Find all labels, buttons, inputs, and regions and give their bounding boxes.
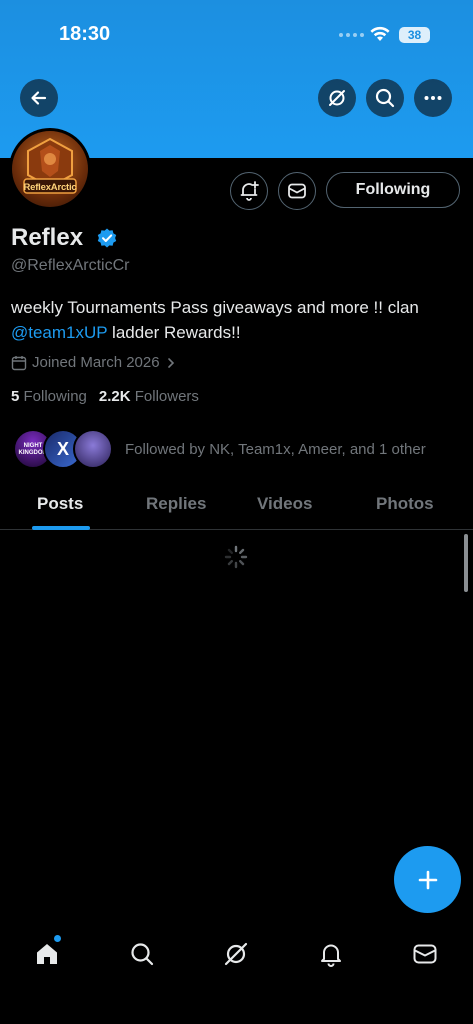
follow-stats: 5 Following 2.2K Followers <box>11 388 199 405</box>
status-bar: 18:30 38 <box>0 0 473 70</box>
nav-grok[interactable] <box>220 938 252 970</box>
scrollbar[interactable] <box>464 534 468 592</box>
more-button[interactable] <box>414 79 452 117</box>
joined-text: Joined March 2026 <box>32 354 160 371</box>
back-arrow-icon <box>31 91 47 105</box>
tab-videos[interactable]: Videos <box>257 494 312 514</box>
avatar-image: ReflexArctic <box>12 131 88 207</box>
search-icon <box>131 943 154 966</box>
calendar-icon <box>11 355 27 370</box>
joined-date[interactable]: Joined March 2026 <box>11 354 177 371</box>
following-count: 5 <box>11 388 20 405</box>
mail-icon <box>288 183 306 199</box>
nav-home[interactable] <box>31 935 63 970</box>
followers-label: Followers <box>134 388 199 405</box>
back-button[interactable] <box>20 79 58 117</box>
tab-photos[interactable]: Photos <box>376 494 434 514</box>
followers-link[interactable]: 2.2K Followers <box>99 388 199 405</box>
profile-avatar[interactable]: ReflexArctic <box>9 128 91 210</box>
grok-icon <box>224 942 248 966</box>
avatar-label: ReflexArctic <box>23 182 77 193</box>
home-icon <box>37 944 57 964</box>
messages-icon <box>413 944 437 964</box>
home-notification-dot <box>54 935 61 942</box>
profile-tabs: Posts Replies Videos Photos <box>0 480 473 530</box>
plus-icon <box>418 870 437 889</box>
search-button[interactable] <box>366 79 404 117</box>
profile-bio: weekly Tournaments Pass giveaways and mo… <box>11 295 461 345</box>
bio-mention-link[interactable]: @team1xUP <box>11 323 107 342</box>
tab-replies[interactable]: Replies <box>146 494 206 514</box>
following-button[interactable]: Following <box>326 172 460 208</box>
tab-posts[interactable]: Posts <box>37 494 83 514</box>
followed-by-text: Followed by NK, Team1x, Ameer, and 1 oth… <box>125 440 426 458</box>
profile-handle: @ReflexArcticCr <box>11 257 130 274</box>
grok-button[interactable] <box>318 79 356 117</box>
loading-spinner-icon <box>224 545 248 574</box>
cellular-signal-icon <box>339 33 364 37</box>
bio-text-end: ladder Rewards!! <box>107 323 241 342</box>
search-icon <box>375 88 395 108</box>
chevron-right-icon <box>167 357 174 368</box>
verified-badge-icon[interactable] <box>96 227 118 254</box>
bottom-navigation <box>0 926 473 1024</box>
notifications-icon <box>321 944 341 967</box>
profile-name: Reflex <box>11 224 84 251</box>
following-link[interactable]: 5 Following <box>11 388 87 405</box>
active-tab-indicator <box>32 526 90 530</box>
status-time: 18:30 <box>59 23 111 45</box>
grok-icon <box>329 90 345 106</box>
nav-messages[interactable] <box>409 938 441 970</box>
message-button[interactable] <box>278 172 316 210</box>
compose-button[interactable] <box>394 846 461 913</box>
battery-indicator: 38 <box>399 27 430 43</box>
notify-button[interactable] <box>230 172 268 210</box>
following-label: Following <box>23 388 87 405</box>
nav-notifications[interactable] <box>315 938 347 970</box>
followed-by[interactable]: NIGHT KINGDOM X Followed by NK, Team1x, … <box>13 429 426 469</box>
follower-avatar <box>73 429 113 469</box>
bio-text: weekly Tournaments Pass giveaways and mo… <box>11 298 419 317</box>
nav-search[interactable] <box>126 938 158 970</box>
followers-count: 2.2K <box>98 388 131 405</box>
more-icon <box>424 96 442 100</box>
bell-plus-icon <box>240 181 259 201</box>
wifi-icon <box>369 25 391 47</box>
